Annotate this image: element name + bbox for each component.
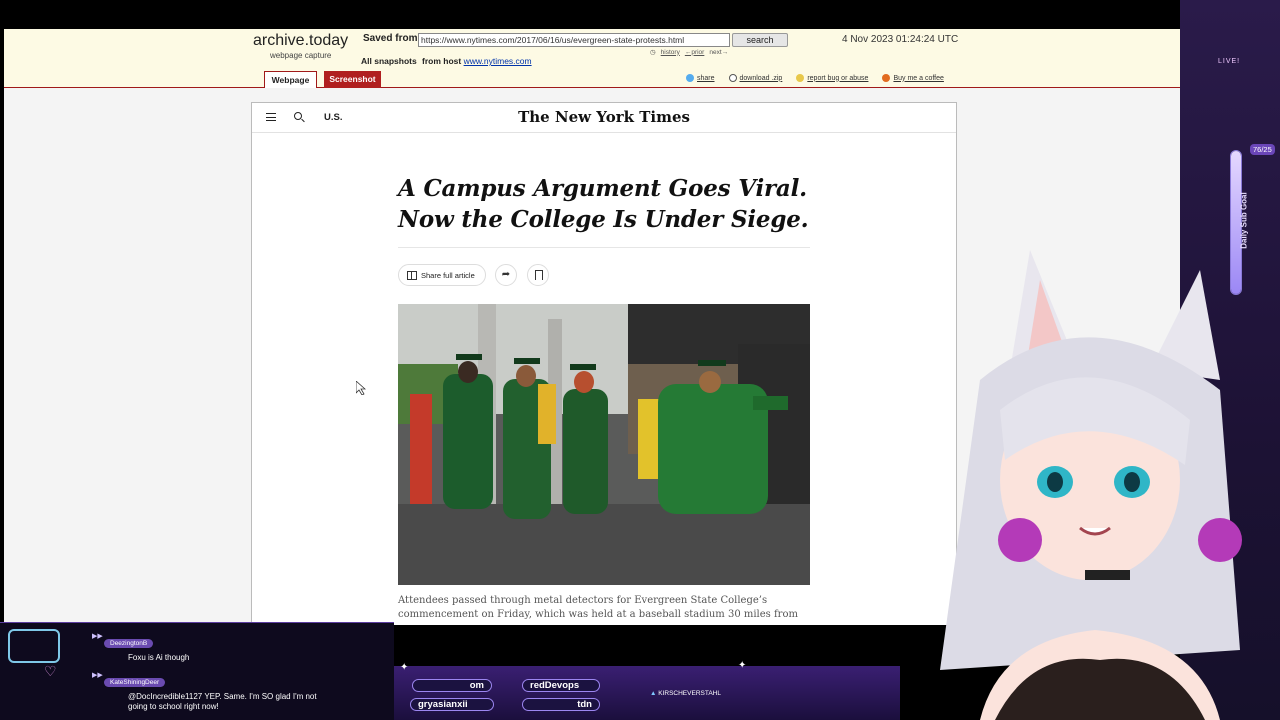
divider (398, 247, 810, 248)
share-full-article-label: Share full article (421, 270, 475, 280)
tab-screenshot[interactable]: Screenshot (324, 71, 381, 88)
article-headline: A Campus Argument Goes Viral. Now the Co… (398, 175, 809, 233)
stream-bottom-bar (394, 666, 900, 720)
archived-page: U.S. The New York Times A Campus Argumen… (251, 102, 957, 625)
history-nav: ◷ history ←prior next→ (650, 48, 728, 57)
clock-icon: ◷ (650, 49, 656, 56)
vtuber-avatar (900, 250, 1280, 720)
star-icon: ✦ (738, 660, 747, 671)
tab-webpage[interactable]: Webpage (264, 71, 317, 88)
stream-chat: ♡ ▶▶ DeezingtonB Foxu is Ai though ▶▶ Ka… (0, 622, 394, 720)
archive-header: archive.today webpage capture Saved from… (4, 29, 1180, 88)
archive-tools: share download .zip report bug or abuse … (686, 74, 944, 82)
report-tool-label: report bug or abuse (807, 74, 869, 82)
article-photo (398, 304, 810, 585)
screen: archive.today webpage capture Saved from… (0, 0, 1280, 720)
capture-date: 4 Nov 2023 01:24:24 UTC (842, 34, 959, 45)
report-tool[interactable]: report bug or abuse (796, 74, 868, 82)
photo-caption: Attendees passed through metal detectors… (398, 595, 798, 620)
share-tool-label: share (697, 74, 715, 82)
sub-goal-label: Daily Sub Goal (1239, 192, 1249, 249)
chat-username: KateShiningDeer (104, 678, 166, 687)
prior-link[interactable]: ←prior (685, 49, 705, 56)
chat-arrow-icon: ▶▶ (92, 672, 103, 679)
archive-site-subtitle: webpage capture (270, 51, 332, 60)
next-link[interactable]: next→ (709, 49, 728, 56)
chat-message: ▶▶ KateShiningDeer @DocIncredible1127 YE… (92, 671, 332, 712)
nyt-top-bar: U.S. The New York Times (252, 103, 956, 133)
bookmark-icon[interactable] (527, 264, 549, 286)
chat-text: @DocIncredible1127 YEP. Same. I'm SO gla… (128, 692, 317, 711)
archive-site-title[interactable]: archive.today (253, 32, 348, 50)
chat-username: DeezingtonB (104, 639, 154, 648)
from-host-label: from host (422, 56, 462, 66)
download-tool[interactable]: download .zip (728, 74, 783, 82)
viewer-pill: tdn (522, 698, 600, 711)
viewer-pill: redDevops (522, 679, 600, 692)
share-tool[interactable]: share (686, 74, 715, 82)
ticker-name: KIRSCHEVERSTAHL (658, 690, 721, 697)
coffee-icon (882, 74, 891, 82)
ticker-text: ▲ KIRSCHEVERSTAHL (650, 690, 721, 697)
snapshots-host: from host www.nytimes.com (422, 56, 532, 66)
chat-arrow-icon: ▶▶ (92, 633, 103, 640)
url-input[interactable] (418, 33, 730, 47)
share-icon[interactable]: ➦ (495, 264, 517, 286)
chat-message: ▶▶ DeezingtonB Foxu is Ai though (92, 632, 189, 663)
search-button[interactable]: search (732, 33, 788, 47)
history-link[interactable]: history (661, 49, 680, 56)
bug-icon (796, 74, 805, 82)
all-snapshots-label: All snapshots (361, 56, 417, 66)
star-icon: ✦ (400, 662, 409, 673)
gift-icon (407, 270, 417, 280)
coffee-tool[interactable]: Buy me a coffee (882, 74, 944, 82)
chat-box-icon (8, 629, 60, 663)
host-link[interactable]: www.nytimes.com (464, 56, 532, 66)
nyt-masthead[interactable]: The New York Times (252, 108, 956, 126)
twitter-icon: ▲ (650, 690, 657, 697)
coffee-tool-label: Buy me a coffee (893, 74, 944, 82)
sub-goal-count: 76/25 (1250, 144, 1275, 155)
live-label: LIVE! (1218, 58, 1241, 65)
saved-from-label: Saved from (363, 33, 418, 44)
cloud-icon (728, 74, 737, 82)
twitter-icon (686, 74, 694, 82)
heart-icon: ♡ (44, 663, 57, 679)
graduation-photo (398, 304, 810, 585)
chat-text: Foxu is Ai though (128, 653, 190, 662)
download-tool-label: download .zip (739, 74, 783, 82)
viewer-pill: om (412, 679, 492, 692)
share-full-article-button[interactable]: Share full article (398, 264, 486, 286)
viewer-pill: gryasianxii (410, 698, 494, 711)
